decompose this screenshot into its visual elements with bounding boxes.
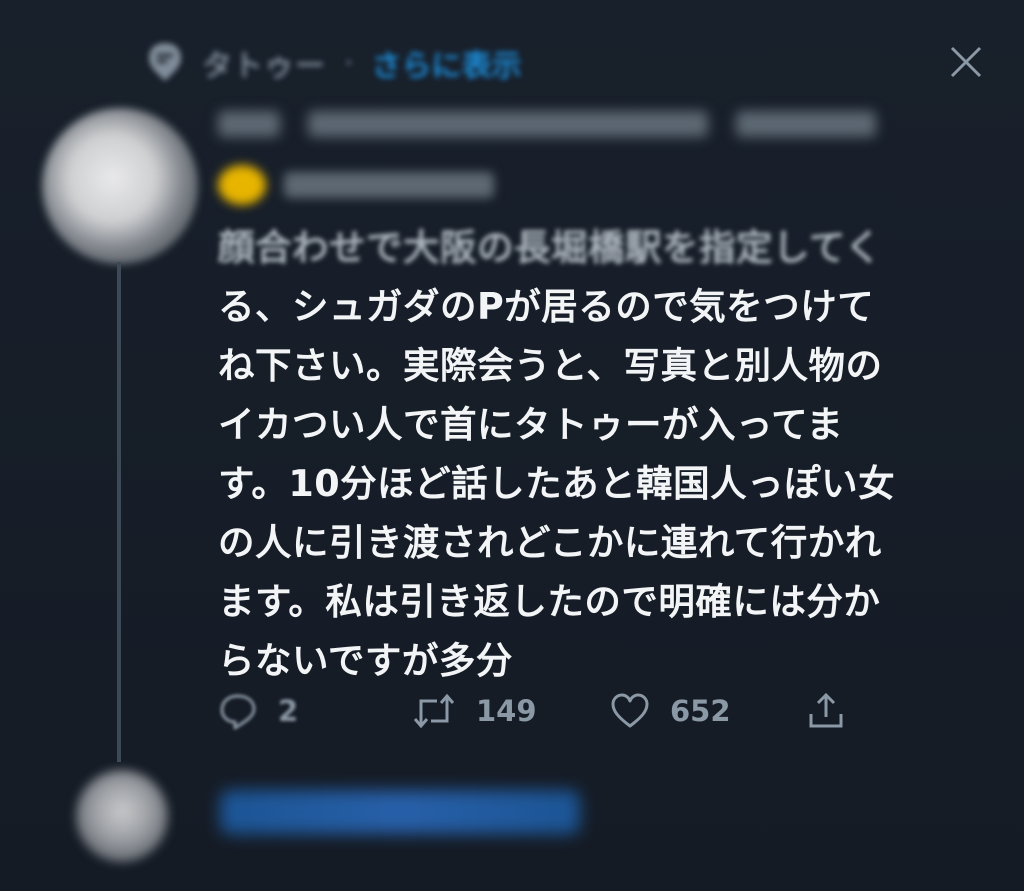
context-header: タトゥー · さらに表示	[146, 38, 522, 88]
close-icon	[950, 46, 982, 78]
tweet-text-line: ね下さい。実際会うと、写真と別人物の	[218, 344, 883, 387]
screenshot-frame: タトゥー · さらに表示 顔合わせで大阪の長堀橋駅を指定してく る、シュガダのPが…	[0, 0, 1024, 891]
timestamp-placeholder	[736, 111, 876, 137]
quoted-user-placeholder	[284, 172, 494, 198]
share-icon	[809, 692, 843, 728]
heart-icon	[611, 693, 649, 728]
context-separator: ·	[344, 45, 354, 81]
show-more-link[interactable]: さらに表示	[372, 41, 522, 85]
comment-bubble-icon	[146, 41, 184, 85]
reply-count: 2	[278, 694, 299, 728]
display-name-placeholder	[218, 111, 280, 137]
show-replies-link[interactable]	[220, 790, 580, 834]
tweet-text-line: の人に引き渡されどこかに連れて行かれ	[218, 521, 882, 564]
tweet-text-line: す。10分ほど話したあと韓国人っぽい女	[218, 462, 896, 505]
reply-button[interactable]: 2	[218, 683, 298, 739]
emoji-icon	[218, 165, 266, 205]
close-button[interactable]	[944, 40, 988, 84]
tweet-text-line: イカつい人で首にタトゥーが入ってま	[218, 403, 844, 446]
share-button[interactable]	[806, 683, 846, 739]
avatar[interactable]	[42, 108, 198, 264]
retweet-button[interactable]: 149	[412, 683, 537, 739]
tweet-text-faded: 顔合わせで大阪の長堀橋駅を指定してく	[218, 226, 882, 269]
like-count: 652	[670, 694, 731, 728]
tweet-text-line: ます。私は引き返したので明確には分か	[218, 580, 881, 623]
tweet-text-line: らないですが多分	[218, 639, 513, 682]
tweet-text-line: る、シュガダのPが居るので気をつけて	[218, 285, 875, 328]
thread-connector	[117, 262, 121, 762]
context-label: タトゥー	[202, 49, 326, 84]
like-button[interactable]: 652	[610, 683, 731, 739]
user-info-row	[218, 100, 876, 148]
retweet-icon	[413, 693, 455, 729]
tweet-actions: 2 149 652	[218, 683, 868, 739]
reply-icon	[220, 694, 256, 730]
quoted-user-row	[218, 165, 494, 205]
reply-avatar[interactable]	[76, 770, 168, 862]
retweet-count: 149	[476, 694, 537, 728]
tweet-text: 顔合わせで大阪の長堀橋駅を指定してく る、シュガダのPが居るので気をつけて ね下さい…	[218, 218, 978, 690]
handle-placeholder	[308, 111, 708, 137]
